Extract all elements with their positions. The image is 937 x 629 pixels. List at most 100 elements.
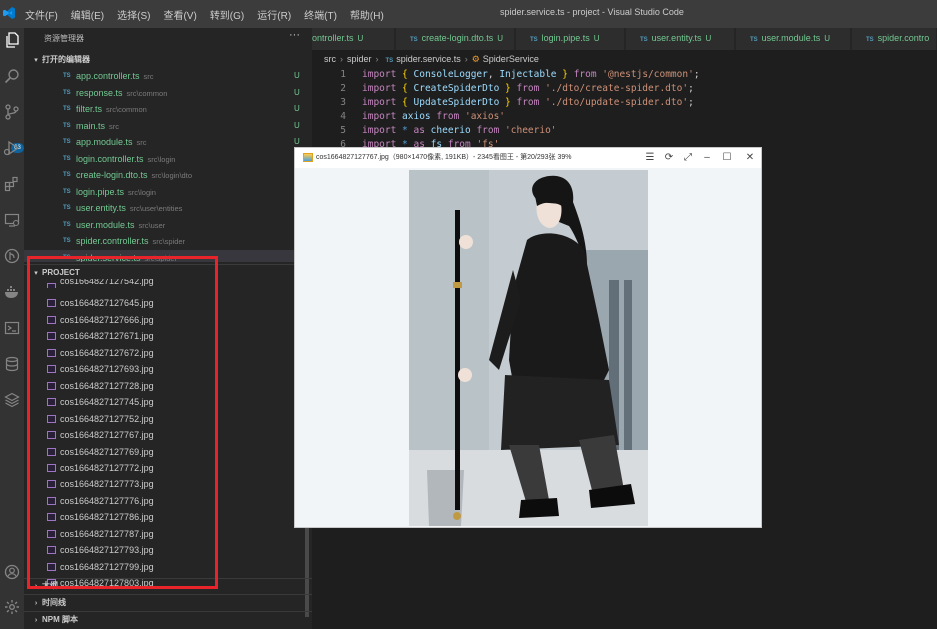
chevron-right-icon: ›	[375, 54, 379, 64]
gitlens-icon[interactable]	[3, 248, 21, 266]
image-viewer-titlebar[interactable]: cos1664827127767.jpg（980×1470像素, 191KB）-…	[295, 148, 761, 168]
breadcrumb-spider[interactable]: spider	[347, 54, 372, 64]
vscode-logo-icon	[3, 7, 15, 19]
open-editor-item[interactable]: TSlogin.controller.tssrc\loginU	[24, 151, 312, 168]
open-editors-label: 打开的编辑器	[42, 55, 90, 64]
explorer-icon[interactable]	[3, 32, 21, 50]
viewer-fullscreen-button[interactable]: ⤢	[681, 148, 695, 168]
breadcrumb-src[interactable]: src	[324, 54, 336, 64]
viewer-close-button[interactable]: ✕	[743, 148, 757, 168]
activity-bar: 63	[0, 28, 24, 629]
manage-gear-icon[interactable]	[3, 599, 21, 617]
npm-scripts-label: NPM 脚本	[42, 615, 78, 624]
class-symbol-icon: ⚙	[471, 54, 480, 64]
tab-label: login.pipe.ts	[541, 33, 590, 43]
code-line: 3 import { UpdateSpiderDto } from './dto/…	[312, 96, 937, 110]
run-debug-icon[interactable]	[3, 140, 21, 158]
image-viewer-window: cos1664827127767.jpg（980×1470像素, 191KB）-…	[294, 147, 762, 528]
viewer-maximize-button[interactable]: ☐	[720, 148, 734, 168]
menu-go[interactable]: 转到(G)	[210, 7, 244, 22]
code-token: ;	[688, 97, 694, 108]
title-bar: 文件(F) 编辑(E) 选择(S) 查看(V) 转到(G) 运行(R) 终端(T…	[0, 0, 937, 28]
open-editor-item[interactable]: TS response.ts src\common U	[24, 85, 312, 102]
sidebar-title: 资源管理器	[44, 34, 84, 43]
open-editor-item[interactable]: TS filter.ts src\common U	[24, 101, 312, 118]
open-editor-item[interactable]: TS app.module.ts src U	[24, 134, 312, 151]
open-editor-item[interactable]: TScreate-login.dto.tssrc\login\dtoU	[24, 167, 312, 184]
source-control-icon[interactable]	[3, 104, 21, 122]
code-token: UpdateSpiderDto	[413, 97, 500, 108]
database-icon[interactable]	[3, 356, 21, 374]
code-token: ConsoleLogger	[413, 69, 488, 80]
terminal-icon[interactable]	[3, 320, 21, 338]
editor-tab[interactable]: TS create-login.dto.ts U	[396, 28, 515, 50]
menu-selection[interactable]: 选择(S)	[117, 7, 150, 22]
docker-icon[interactable]	[3, 284, 21, 302]
editor-tab[interactable]: TS user.module.ts U	[736, 28, 851, 50]
image-viewer-canvas	[295, 168, 761, 527]
menu-file[interactable]: 文件(F)	[25, 7, 58, 22]
remote-explorer-icon[interactable]	[3, 212, 21, 230]
editor-tab[interactable]: TS login.pipe.ts U	[516, 28, 625, 50]
untracked-badge: U	[357, 34, 364, 43]
layers-icon[interactable]	[3, 392, 21, 410]
open-editor-name: user.entity.ts	[76, 203, 126, 213]
code-token: '@nestjs/common'	[602, 69, 694, 80]
code-token: './dto/update-spider.dto'	[545, 97, 689, 108]
image-viewer-title: cos1664827127767.jpg（980×1470像素, 191KB）-…	[316, 154, 572, 161]
breadcrumb-file[interactable]: spider.service.ts	[396, 54, 461, 64]
code-token: 'cheerio'	[505, 125, 557, 136]
untracked-badge: U	[294, 71, 300, 80]
code-token: }	[499, 83, 511, 94]
code-line: 4 import axios from 'axios'	[312, 110, 937, 124]
account-icon[interactable]	[3, 564, 21, 582]
open-editor-item[interactable]: TS app.controller.ts src U	[24, 68, 312, 85]
open-editor-item[interactable]: TSuser.module.tssrc\userU	[24, 217, 312, 234]
code-token: import	[362, 83, 403, 94]
viewer-menu-button[interactable]: ☰	[643, 148, 657, 168]
menu-edit[interactable]: 编辑(E)	[71, 7, 104, 22]
displayed-photo	[409, 170, 648, 526]
code-token: 'axios'	[464, 111, 506, 122]
menu-run[interactable]: 运行(R)	[257, 7, 291, 22]
code-token: {	[402, 69, 414, 80]
open-editor-item[interactable]: TSspider.controller.tssrc\spiderU	[24, 233, 312, 250]
search-icon[interactable]	[3, 68, 21, 86]
open-editor-name: main.ts	[76, 120, 106, 131]
open-editors-header[interactable]: ▾ 打开的编辑器	[24, 52, 312, 68]
open-editor-item[interactable]: TS main.ts src U	[24, 118, 312, 135]
chevron-right-icon: ›	[340, 54, 343, 64]
menu-view[interactable]: 查看(V)	[163, 7, 196, 22]
editor-tabs: ontroller.ts U TS create-login.dto.ts U TS log…	[312, 28, 937, 50]
npm-scripts-header[interactable]: › NPM 脚本	[24, 611, 312, 627]
open-editor-item[interactable]: TSuser.entity.tssrc\user\entitiesU	[24, 200, 312, 217]
timeline-header[interactable]: › 时间线	[24, 594, 312, 610]
code-token: axios	[402, 111, 431, 122]
code-token: from	[430, 111, 465, 122]
open-editor-path: src\spider	[152, 237, 186, 246]
typescript-file-icon: TS	[385, 58, 394, 64]
open-editor-path: src\user	[138, 220, 166, 230]
typescript-file-icon: TS	[63, 155, 71, 162]
chevron-down-icon: ▾	[34, 57, 38, 64]
code-line: 2 import { CreateSpiderDto } from './dto/…	[312, 82, 937, 96]
editor-tab[interactable]: ontroller.ts U	[312, 28, 395, 50]
breadcrumb: src › spider › TS spider.service.ts › ⚙ SpiderSe…	[312, 50, 937, 68]
chevron-right-icon: ›	[34, 600, 38, 607]
menu-terminal[interactable]: 终端(T)	[304, 7, 337, 22]
extensions-icon[interactable]	[3, 176, 21, 194]
typescript-file-icon: TS	[63, 73, 71, 79]
viewer-minimize-button[interactable]: –	[700, 148, 714, 168]
more-actions-button[interactable]: ···	[289, 29, 300, 41]
breadcrumb-symbol[interactable]: SpiderService	[483, 54, 539, 64]
code-token: from	[470, 125, 506, 136]
open-editor-name: app.module.ts	[76, 137, 133, 147]
editor-tab[interactable]: TS user.entity.ts U	[626, 28, 735, 50]
line-number: 5	[340, 125, 346, 136]
untracked-badge: U	[824, 34, 830, 43]
open-editor-path: src\user\entities	[129, 204, 183, 213]
menu-help[interactable]: 帮助(H)	[350, 7, 384, 22]
editor-tab[interactable]: TS spider.contro	[852, 28, 937, 50]
open-editor-item[interactable]: TSlogin.pipe.tssrc\loginU	[24, 184, 312, 201]
viewer-rotate-button[interactable]: ⟳	[662, 148, 676, 168]
